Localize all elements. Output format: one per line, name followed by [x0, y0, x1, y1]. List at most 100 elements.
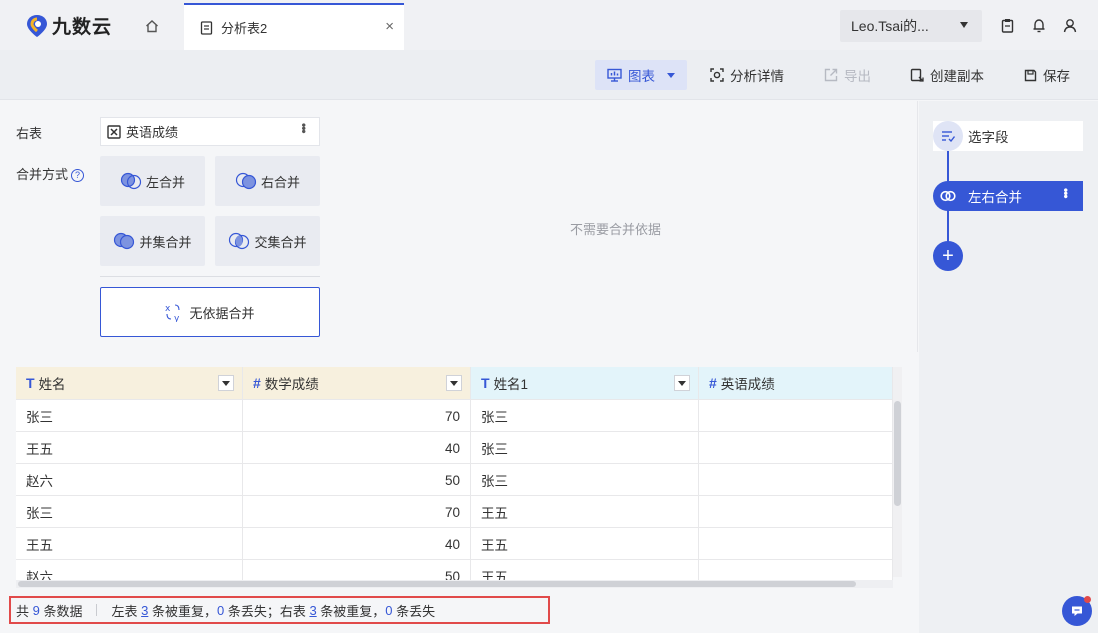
table-cell: 50 [243, 560, 471, 581]
chart-button[interactable]: 图表 [595, 60, 687, 90]
preview-grid-area: T 姓名 # 数学成绩 T 姓名1 # 英语成绩 张三 70 张三 王五 40 … [0, 352, 918, 596]
table-row: 张三 70 张三 [16, 399, 893, 432]
bell-icon[interactable] [1030, 16, 1048, 34]
column-menu-button[interactable] [446, 375, 462, 391]
column-header[interactable]: # 英语成绩 [699, 367, 893, 399]
analysis-details-button[interactable]: 分析详情 [710, 60, 784, 90]
summary-text: 条被重复， [148, 603, 217, 619]
column-header[interactable]: T 姓名 [16, 367, 243, 399]
export-label: 导出 [844, 69, 871, 84]
table-cell [699, 400, 893, 432]
table-cell: 张三 [471, 432, 699, 464]
vertical-scrollbar[interactable] [893, 367, 902, 577]
table-cell: 王五 [471, 528, 699, 560]
analysis-details-label: 分析详情 [730, 69, 784, 84]
table-cell: 张三 [471, 400, 699, 432]
notification-dot [1084, 596, 1091, 603]
left-duplicate-link[interactable]: 3 [141, 603, 148, 618]
chat-support-button[interactable] [1062, 596, 1092, 626]
right-merge-button[interactable]: 右合并 [215, 156, 320, 206]
table-row: 王五 40 王五 [16, 527, 893, 560]
left-join-icon [120, 172, 142, 190]
column-header[interactable]: T 姓名1 [471, 367, 699, 399]
column-name: 英语成绩 [720, 377, 775, 392]
right-table-label: 右表 [16, 126, 43, 141]
home-icon [146, 20, 158, 33]
right-join-icon [235, 172, 257, 190]
column-menu-button[interactable] [674, 375, 690, 391]
save-label: 保存 [1043, 69, 1070, 84]
logo-text: 九数云 [52, 17, 113, 38]
merge-summary: 共 9 条数据 左表 3 条被重复， 0 条丢失；右表 3 条被重复， 0 条丢失 [9, 596, 550, 624]
scroll-thumb[interactable] [894, 401, 901, 506]
number-type-icon: # [709, 375, 717, 391]
column-header[interactable]: # 数学成绩 [243, 367, 471, 399]
toolbar: 图表 分析详情 导出 创建副本 保存 [0, 50, 1098, 100]
table-cell: 50 [243, 464, 471, 496]
scroll-thumb[interactable] [18, 581, 856, 587]
field-list-icon [933, 121, 963, 151]
chevron-down-icon [960, 22, 968, 28]
tab-label: 分析表2 [221, 21, 268, 36]
create-copy-button[interactable]: 创建副本 [910, 60, 984, 90]
help-icon[interactable]: ? [71, 168, 85, 182]
no-basis-merge-button[interactable]: xy 无依据合并 [100, 287, 320, 337]
user-name: Leo.Tsai的... [851, 18, 929, 34]
logo[interactable]: 九数云 [26, 12, 112, 39]
total-count: 9 [32, 602, 40, 618]
table-row: 张三 70 王五 [16, 495, 893, 528]
summary-text: 条数据 [39, 603, 83, 619]
chevron-down-icon [678, 380, 686, 386]
chart-icon [607, 68, 622, 82]
user-icon[interactable] [1061, 16, 1079, 34]
intersect-merge-button[interactable]: 交集合并 [215, 216, 320, 266]
home-tab[interactable] [130, 6, 174, 46]
union-merge-button[interactable]: 并集合并 [100, 216, 205, 266]
chevron-down-icon [222, 380, 230, 386]
summary-text: 条被重复， [316, 603, 386, 619]
text-type-icon: T [481, 375, 490, 391]
save-button[interactable]: 保存 [1024, 60, 1070, 90]
excel-table-icon [107, 124, 121, 139]
table-cell: 赵六 [16, 560, 243, 581]
step-left-right-merge[interactable]: 左右合并 ••• [933, 181, 1083, 211]
table-cell: 70 [243, 496, 471, 528]
user-switcher[interactable]: Leo.Tsai的... [840, 10, 982, 42]
more-options-icon[interactable]: ••• [297, 123, 311, 133]
union-icon [114, 232, 135, 250]
left-merge-button[interactable]: 左合并 [100, 156, 205, 206]
table-cell [699, 496, 893, 528]
save-icon [1024, 69, 1037, 81]
clipboard-icon[interactable] [998, 16, 1016, 34]
merge-rings-icon [933, 181, 963, 211]
divider [96, 604, 98, 616]
step-label: 选字段 [968, 130, 1009, 145]
column-name: 姓名 [38, 377, 66, 392]
right-table-select[interactable]: 英语成绩 ••• [100, 117, 320, 146]
merge-mode-label: 合并方式? [16, 164, 85, 183]
no-basis-hint: 不需要合并依据 [570, 222, 662, 237]
column-name: 姓名1 [493, 377, 529, 392]
copy-icon [910, 68, 924, 82]
close-tab-icon[interactable]: × [385, 18, 394, 35]
tab-analysis-table-2[interactable]: 分析表2 × [184, 3, 404, 50]
column-menu-button[interactable] [218, 375, 234, 391]
svg-text:y: y [174, 314, 180, 322]
more-options-icon[interactable]: ••• [1059, 188, 1073, 198]
no-basis-label: 无依据合并 [189, 305, 255, 321]
right-lost-count: 0 [385, 602, 393, 618]
table-cell: 张三 [16, 496, 243, 528]
table-cell: 王五 [16, 432, 243, 464]
right-merge-label: 右合并 [260, 174, 300, 190]
add-step-button[interactable]: + [933, 241, 963, 271]
right-duplicate-link[interactable]: 3 [309, 603, 316, 618]
chat-icon [1072, 606, 1082, 616]
export-button[interactable]: 导出 [824, 60, 871, 90]
table-cell: 70 [243, 400, 471, 432]
table-cell [699, 432, 893, 464]
table-row: 王五 40 张三 [16, 431, 893, 464]
table-cell: 王五 [16, 528, 243, 560]
step-select-fields[interactable]: 选字段 [933, 121, 1083, 151]
horizontal-scrollbar[interactable] [16, 580, 893, 588]
preview-table: T 姓名 # 数学成绩 T 姓名1 # 英语成绩 张三 70 张三 王五 40 … [16, 367, 893, 581]
